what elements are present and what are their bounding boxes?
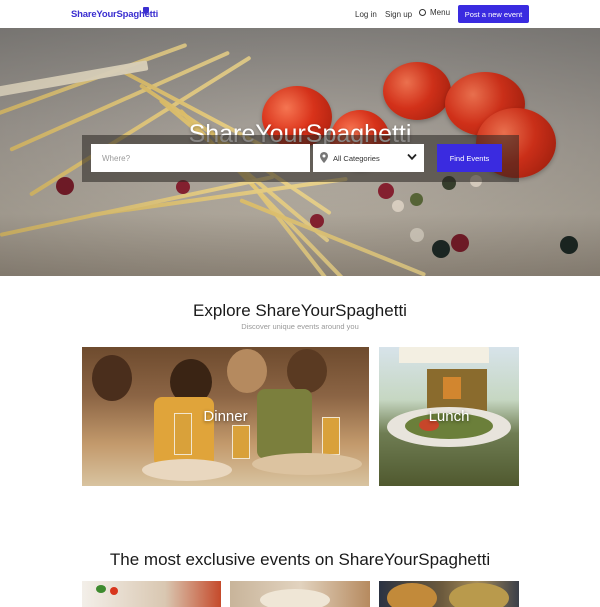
dinner-label: Dinner <box>203 408 248 425</box>
chef-hat-icon <box>143 7 149 14</box>
event-thumbnail[interactable] <box>379 581 519 607</box>
post-event-button[interactable]: Post a new event <box>458 5 529 23</box>
signup-link[interactable]: Sign up <box>385 10 412 19</box>
event-thumbnail[interactable] <box>82 581 221 607</box>
location-pin-icon <box>320 152 328 163</box>
explore-heading: Explore ShareYourSpaghetti <box>193 301 407 320</box>
site-header: ShareYourSpaghetti Log in Sign up Menu P… <box>0 0 600 28</box>
category-label: All Categories <box>333 154 380 163</box>
hero-banner: ShareYourSpaghetti All Categories Find E… <box>0 28 600 276</box>
event-thumbnail[interactable] <box>230 581 370 607</box>
category-card-lunch[interactable]: Lunch <box>379 347 519 486</box>
exclusive-heading: The most exclusive events on ShareYourSp… <box>109 550 491 569</box>
explore-subheading: Discover unique events around you <box>241 322 359 331</box>
menu-circle-icon <box>419 9 426 16</box>
menu-label: Menu <box>430 8 451 17</box>
lunch-label: Lunch <box>428 408 470 425</box>
category-select[interactable]: All Categories <box>313 144 424 172</box>
find-events-button[interactable]: Find Events <box>437 144 502 172</box>
login-link[interactable]: Log in <box>355 10 377 19</box>
menu-button[interactable]: Menu <box>419 8 450 17</box>
chevron-down-icon <box>407 153 417 161</box>
where-input[interactable] <box>91 144 310 172</box>
category-card-dinner[interactable]: Dinner <box>82 347 369 486</box>
